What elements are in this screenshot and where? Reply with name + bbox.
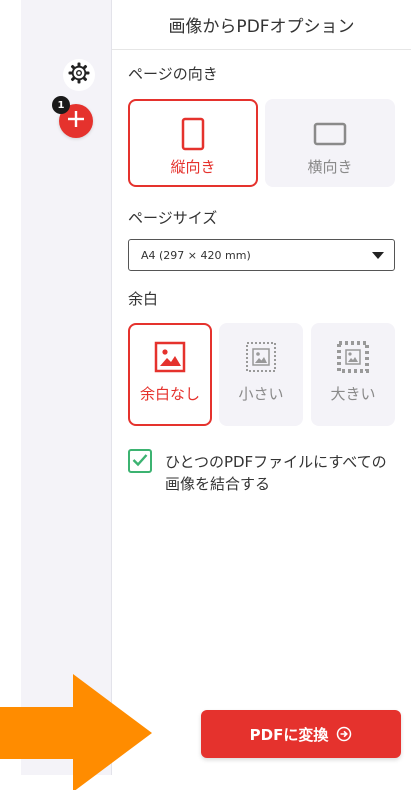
arrow-circle-right-icon [336,726,352,742]
gear-icon [67,61,91,89]
plus-icon [67,110,85,132]
orientation-landscape-label: 横向き [307,158,353,176]
convert-to-pdf-button[interactable]: PDFに変換 [201,710,401,758]
margin-small-label: 小さい [238,385,284,403]
image-small-margin-icon [245,341,277,377]
margin-label: 余白 [128,290,159,308]
margin-none-option[interactable]: 余白なし [128,323,212,426]
settings-button[interactable] [63,59,95,91]
margin-small-option[interactable]: 小さい [219,323,303,426]
page-size-label: ページサイズ [128,209,218,227]
merge-all-checkbox[interactable] [128,449,152,473]
orientation-portrait-label: 縦向き [170,158,216,176]
convert-button-label: PDFに変換 [249,725,329,744]
image-no-margin-icon [154,341,186,377]
dropdown-arrow-icon [372,252,384,259]
margin-none-label: 余白なし [139,385,200,403]
pointer-arrow-icon [0,674,152,790]
image-large-margin-icon [337,341,369,377]
portrait-page-icon [180,117,206,155]
orientation-landscape-option[interactable]: 横向き [265,99,395,187]
page-size-select[interactable]: A4 (297 × 420 mm) [128,239,395,271]
panel-title: 画像からPDFオプション [112,0,411,50]
margin-large-option[interactable]: 大きい [311,323,395,426]
landscape-page-icon [313,121,347,151]
page-size-value: A4 (297 × 420 mm) [141,248,251,262]
merge-all-label: ひとつのPDFファイルにすべての画像を結合する [165,453,387,493]
file-count-badge: 1 [52,96,70,114]
orientation-portrait-option[interactable]: 縦向き [128,99,258,187]
orientation-label: ページの向き [128,65,218,83]
margin-large-label: 大きい [330,385,376,403]
checkmark-icon [132,452,148,471]
